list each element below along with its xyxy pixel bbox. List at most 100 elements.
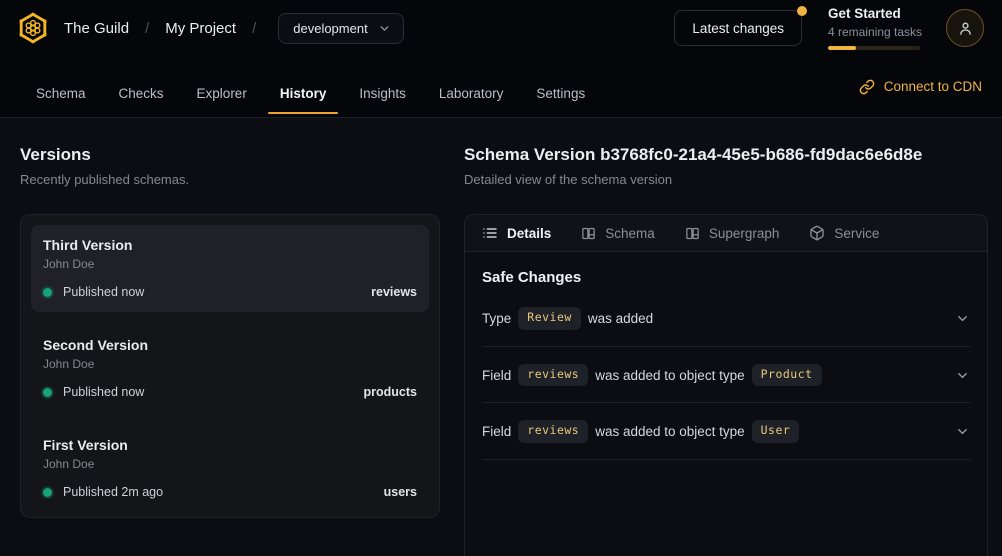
change-text: Type [482,311,511,326]
change-text: was added to object type [595,424,744,439]
app-header: The Guild / My Project / development Lat… [0,0,1002,56]
get-started-progress-track [828,46,920,50]
version-item-title: First Version [43,437,417,453]
chevron-down-icon[interactable] [955,311,970,326]
published-status-dot [43,488,52,497]
version-item[interactable]: First Version John Doe Published 2m ago use… [31,425,429,512]
tab-history[interactable]: History [268,70,339,117]
detail-tab-service[interactable]: Service [809,225,879,241]
link-icon [859,79,875,95]
version-item-meta: Published now reviews [43,285,417,299]
breadcrumb-org[interactable]: The Guild [64,20,129,37]
get-started-progress-fill [828,46,856,50]
avatar[interactable] [946,9,984,47]
version-item-service: reviews [371,285,417,299]
published-status-dot [43,388,52,397]
detail-tab-details[interactable]: Details [482,225,551,241]
version-item-meta: Published 2m ago users [43,485,417,499]
breadcrumb-separator: / [145,20,149,37]
detail-tab-schema[interactable]: Schema [581,226,655,241]
published-status-dot [43,288,52,297]
change-text: was added to object type [595,368,744,383]
version-item-title: Third Version [43,237,417,253]
tab-explorer[interactable]: Explorer [185,70,259,117]
version-detail-subtitle: Detailed view of the schema version [464,172,988,187]
project-nav: SchemaChecksExplorerHistoryInsightsLabor… [0,56,1002,118]
chevron-down-icon[interactable] [955,424,970,439]
user-icon [957,20,974,37]
notification-dot [797,6,807,16]
change-description: Type Review was added [482,307,653,330]
version-item-published: Published now [43,385,144,399]
tab-schema[interactable]: Schema [24,70,98,117]
versions-subtitle: Recently published schemas. [20,172,440,187]
version-item-meta: Published now products [43,385,417,399]
connect-cdn-link[interactable]: Connect to CDN [859,56,982,117]
change-row[interactable]: Type Review was added [482,290,970,347]
app-root: The Guild / My Project / development Lat… [0,0,1002,556]
published-label: Published now [63,285,144,299]
columns-icon [685,226,700,241]
breadcrumb-project[interactable]: My Project [165,20,236,37]
version-item[interactable]: Second Version John Doe Published now produ… [31,325,429,412]
latest-changes-button[interactable]: Latest changes [674,10,802,46]
versions-panel: Versions Recently published schemas. Thi… [20,145,440,556]
code-badge: Review [518,307,581,330]
tab-checks[interactable]: Checks [107,70,176,117]
version-detail-title: Schema Version b3768fc0-21a4-45e5-b686-f… [464,145,988,165]
detail-tab-label: Supergraph [709,226,780,241]
version-list: Third Version John Doe Published now review… [20,214,440,518]
version-item-author: John Doe [43,357,417,371]
detail-tab-supergraph[interactable]: Supergraph [685,226,780,241]
change-text: was added [588,311,653,326]
version-item-published: Published now [43,285,144,299]
version-item-title: Second Version [43,337,417,353]
versions-title: Versions [20,145,440,165]
header-right: Latest changes Get Started 4 remaining t… [674,6,984,50]
change-description: Fieldreviewswas added to object typeUser [482,420,806,443]
code-badge: User [752,420,800,443]
detail-tab-label: Details [507,226,551,241]
version-item-author: John Doe [43,457,417,471]
published-label: Published now [63,385,144,399]
version-item-published: Published 2m ago [43,485,163,499]
safe-changes-title: Safe Changes [482,269,970,286]
change-text: Field [482,424,511,439]
get-started-title: Get Started [828,6,920,23]
tab-settings[interactable]: Settings [524,70,597,117]
chevron-down-icon [378,22,391,35]
get-started-widget[interactable]: Get Started 4 remaining tasks [828,6,920,50]
detail-tab-label: Schema [605,226,655,241]
change-text: Field [482,368,511,383]
columns-icon [581,226,596,241]
code-badge: reviews [518,364,588,387]
detail-content: Safe Changes Type Review was added Field rev… [465,252,987,477]
version-item[interactable]: Third Version John Doe Published now review… [31,225,429,312]
header-left: The Guild / My Project / development [16,11,404,45]
code-badge: Product [752,364,822,387]
published-label: Published 2m ago [63,485,163,499]
changes-list: Type Review was added Field reviews was added… [482,290,970,460]
version-detail-card: Details Schema Supergraph Service Safe Chan… [464,214,988,556]
version-item-author: John Doe [43,257,417,271]
main-content: Versions Recently published schemas. Thi… [0,118,1002,556]
nav-tabs: SchemaChecksExplorerHistoryInsightsLabor… [24,56,606,117]
breadcrumb-separator: / [252,20,256,37]
change-row[interactable]: Fieldreviewswas added to object typeUser [482,403,970,460]
latest-changes-wrap: Latest changes [674,10,802,46]
environment-select[interactable]: development [278,13,403,44]
connect-cdn-label: Connect to CDN [884,79,982,94]
hive-logo-icon[interactable] [16,11,50,45]
chevron-down-icon[interactable] [955,368,970,383]
tab-insights[interactable]: Insights [347,70,418,117]
detail-tab-label: Service [834,226,879,241]
version-item-service: products [364,385,417,399]
change-row[interactable]: Field reviews was added to object type Prod… [482,347,970,404]
detail-tabbar: Details Schema Supergraph Service [465,215,987,252]
cube-icon [809,225,825,241]
tab-laboratory[interactable]: Laboratory [427,70,516,117]
list-icon [482,225,498,241]
version-item-service: users [384,485,417,499]
version-detail-panel: Schema Version b3768fc0-21a4-45e5-b686-f… [464,145,988,556]
get-started-subtitle: 4 remaining tasks [828,25,920,39]
